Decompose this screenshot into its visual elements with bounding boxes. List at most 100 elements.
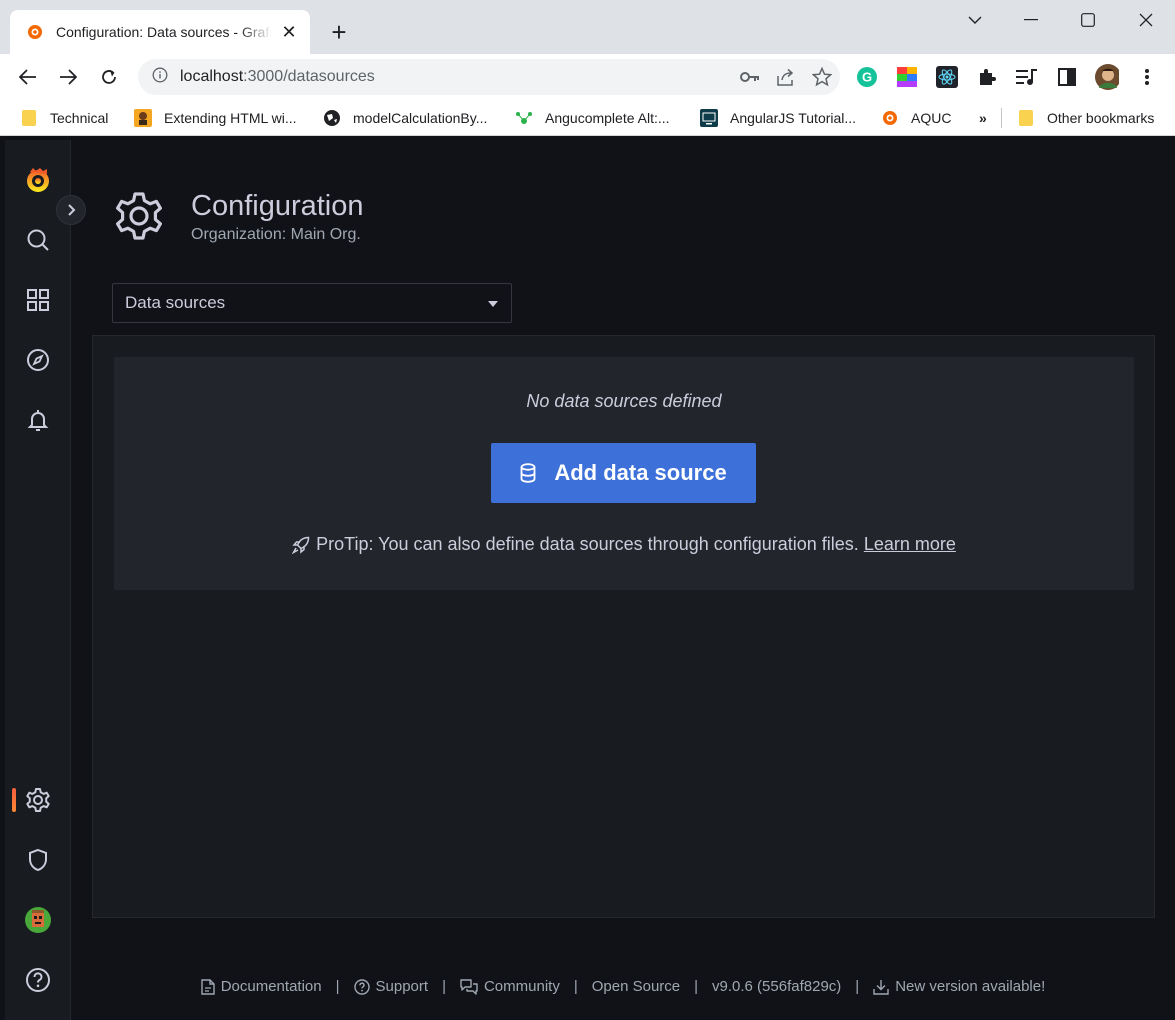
- active-indicator: [12, 788, 16, 812]
- new-tab-button[interactable]: +: [324, 18, 354, 46]
- maximize-window-icon[interactable]: [1073, 8, 1103, 32]
- document-icon: [201, 978, 215, 995]
- alerting-bell-icon[interactable]: [5, 400, 71, 440]
- new-version-link[interactable]: New version available!: [873, 978, 1045, 995]
- question-circle-icon: [353, 978, 370, 995]
- close-tab-icon[interactable]: ✕: [280, 22, 298, 43]
- help-icon[interactable]: [5, 960, 71, 1000]
- bookmark-star-icon[interactable]: [804, 67, 840, 87]
- close-window-icon[interactable]: [1131, 8, 1161, 32]
- tab-search-chevron-icon[interactable]: [960, 8, 990, 32]
- svg-text:G: G: [862, 70, 872, 85]
- grafana-favicon: [881, 109, 899, 127]
- side-panel-icon[interactable]: [1055, 65, 1079, 89]
- react-devtools-extension-icon[interactable]: [935, 65, 959, 89]
- bookmark-label: modelCalculationBy...: [353, 110, 488, 126]
- page-header: Configuration Organization: Main Org.: [113, 188, 364, 244]
- bookmark-label: Angucomplete Alt:...: [545, 110, 670, 126]
- extensions-puzzle-icon[interactable]: [975, 65, 999, 89]
- angucomplete-favicon: [515, 109, 533, 127]
- bookmarks-bar: Technical Extending HTML wi... modelCalc…: [0, 100, 1175, 136]
- caret-down-icon: [488, 301, 498, 307]
- learn-more-link[interactable]: Learn more: [864, 534, 956, 555]
- add-data-source-label: Add data source: [554, 460, 727, 485]
- more-bookmarks-chevron[interactable]: »: [979, 106, 987, 130]
- profile-avatar[interactable]: [1095, 64, 1119, 90]
- footer: Documentation | Support | Community | Op…: [71, 978, 1175, 995]
- bookmark-item[interactable]: Other bookmarks: [1017, 106, 1154, 130]
- bookmark-item[interactable]: AQUC: [881, 106, 951, 130]
- protip-text: ProTip: You can also define data sources…: [316, 534, 859, 554]
- select-value: Data sources: [125, 293, 226, 312]
- footer-separator: |: [573, 978, 578, 995]
- media-queue-icon[interactable]: [1015, 65, 1039, 89]
- colorzilla-extension-icon[interactable]: [895, 65, 919, 89]
- share-icon[interactable]: [768, 68, 804, 86]
- configuration-header-gear-icon: [113, 190, 165, 242]
- reload-icon[interactable]: [96, 64, 122, 90]
- download-icon: [873, 979, 889, 995]
- explore-compass-icon[interactable]: [5, 340, 71, 380]
- bookmark-label: Extending HTML wi...: [164, 110, 297, 126]
- documentation-link[interactable]: Documentation: [201, 978, 322, 995]
- add-data-source-button[interactable]: Add data source: [491, 443, 756, 503]
- bookmark-item[interactable]: modelCalculationBy...: [323, 106, 487, 130]
- bookmark-item[interactable]: Extending HTML wi...: [134, 106, 297, 130]
- url-host: localhost: [180, 68, 244, 85]
- bookmark-label: AQUC: [911, 110, 952, 126]
- address-bar[interactable]: localhost:3000/datasources: [138, 59, 840, 95]
- url-path: :3000/datasources: [243, 68, 375, 85]
- folder-icon: [20, 109, 38, 127]
- bookmark-label: Other bookmarks: [1047, 110, 1155, 126]
- open-source-label: Open Source: [591, 978, 681, 995]
- database-icon: [520, 463, 536, 483]
- grammarly-extension-icon[interactable]: G: [855, 65, 879, 89]
- grafana-app: Configuration Organization: Main Org. Da…: [5, 140, 1175, 1020]
- grafana-favicon: [26, 23, 44, 41]
- bookmark-item[interactable]: Angucomplete Alt:...: [515, 106, 670, 130]
- community-label: Community: [483, 978, 560, 995]
- page-title: Configuration: [191, 190, 364, 222]
- globe-favicon: [323, 109, 341, 127]
- minimize-window-icon[interactable]: [1016, 8, 1046, 32]
- configuration-gear-icon[interactable]: [5, 780, 71, 820]
- dashboards-icon[interactable]: [5, 280, 71, 320]
- browser-tabstrip: Configuration: Data sources - Grafana ✕ …: [0, 0, 1175, 54]
- community-link[interactable]: Community: [460, 978, 560, 995]
- page-body: No data sources defined Add data source …: [92, 335, 1155, 918]
- key-icon[interactable]: [732, 71, 768, 83]
- new-version-label: New version available!: [895, 978, 1046, 995]
- documentation-label: Documentation: [220, 978, 322, 995]
- bookmark-label: AngularJS Tutorial...: [730, 110, 857, 126]
- browser-toolbar: localhost:3000/datasources G: [0, 54, 1175, 100]
- url-text[interactable]: localhost:3000/datasources: [180, 68, 375, 86]
- browser-menu-icon[interactable]: [1135, 65, 1159, 89]
- comments-icon: [460, 978, 478, 995]
- server-admin-shield-icon[interactable]: [5, 840, 71, 880]
- angularjs-tutorial-favicon: [700, 109, 718, 127]
- rocket-icon: [292, 536, 310, 554]
- bookmark-item[interactable]: Technical: [20, 106, 108, 130]
- footer-separator: |: [855, 978, 860, 995]
- footer-separator: |: [694, 978, 699, 995]
- version-info: v9.0.6 (556faf829c): [712, 978, 841, 995]
- open-source-link[interactable]: Open Source: [592, 978, 680, 995]
- forward-arrow-icon[interactable]: [55, 64, 81, 90]
- expand-menu-chevron-icon[interactable]: [56, 195, 86, 225]
- grafana-logo-icon[interactable]: [5, 160, 71, 200]
- site-info-icon[interactable]: [152, 67, 168, 88]
- page-nav-select[interactable]: Data sources: [112, 283, 512, 323]
- protip: ProTip: You can also define data sources…: [114, 534, 1134, 555]
- empty-state-title: No data sources defined: [526, 391, 722, 411]
- search-icon[interactable]: [5, 220, 71, 260]
- user-avatar[interactable]: [5, 900, 71, 940]
- bookmarks-divider: [1001, 108, 1002, 128]
- bookmark-item[interactable]: AngularJS Tutorial...: [700, 106, 856, 130]
- back-arrow-icon[interactable]: [15, 64, 41, 90]
- support-label: Support: [375, 978, 429, 995]
- folder-icon: [1017, 109, 1035, 127]
- side-menu: [5, 140, 71, 1020]
- support-link[interactable]: Support: [353, 978, 429, 995]
- footer-separator: |: [442, 978, 446, 995]
- browser-tab-active[interactable]: Configuration: Data sources - Grafana ✕: [10, 10, 310, 54]
